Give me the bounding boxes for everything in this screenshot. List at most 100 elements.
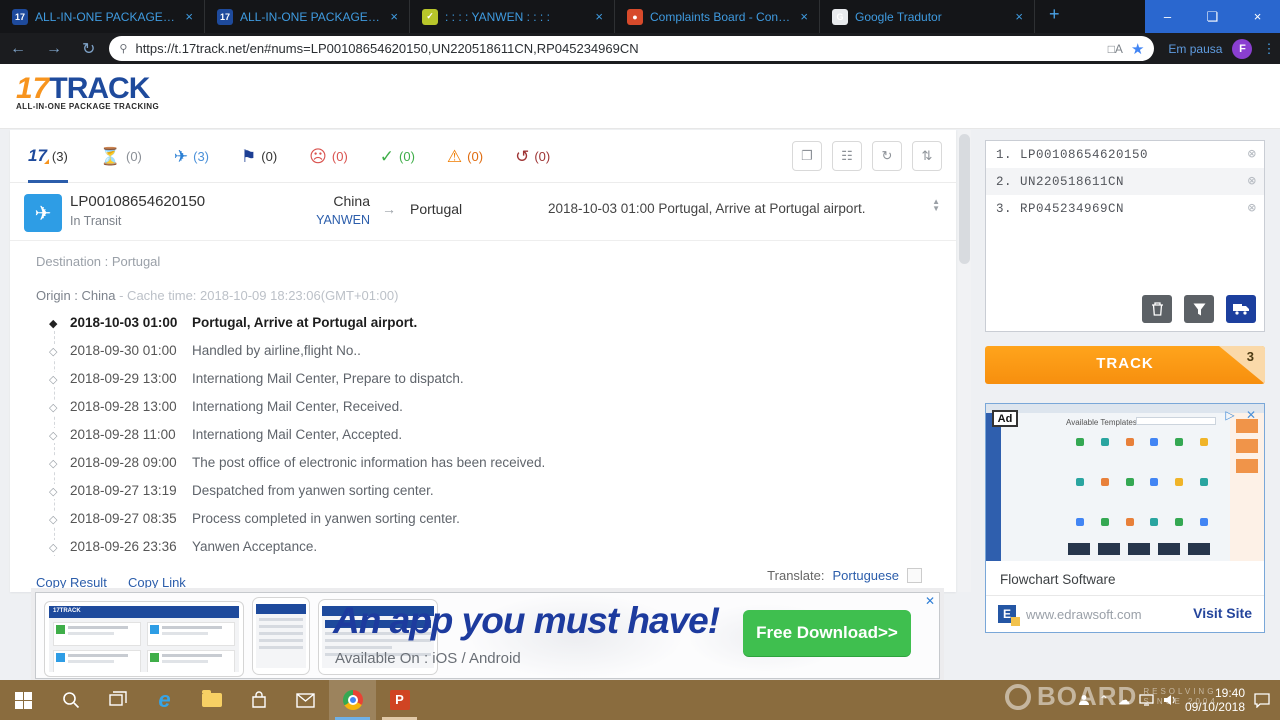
remove-number-icon[interactable]: ⊗ [1248, 146, 1256, 163]
sidebar-ad[interactable]: Available Templates Ad ▷ ✕ Flowchart Sof… [985, 403, 1265, 633]
trash-icon [1151, 302, 1164, 316]
browser-tab[interactable]: 17 ALL-IN-ONE PACKAGE TRACKI × [205, 0, 410, 33]
in-transit-plane-icon: ✈ [24, 194, 62, 232]
start-button[interactable] [0, 680, 47, 720]
file-explorer-button[interactable] [188, 680, 235, 720]
scrollbar-thumb[interactable] [959, 134, 970, 264]
collapse-expand-button[interactable]: ⇅ [912, 141, 942, 171]
translate-checkbox[interactable] [907, 568, 922, 583]
task-view-icon [109, 691, 127, 709]
copy-link-link[interactable]: Copy Link [128, 575, 186, 590]
filter-tab-undelivered[interactable]: ☹(0) [309, 130, 348, 183]
banner-close-icon[interactable]: ✕ [925, 594, 935, 608]
store-button[interactable] [235, 680, 282, 720]
browser-tab[interactable]: ✓ : : : : YANWEN : : : : × [410, 0, 615, 33]
tab-title: ALL-IN-ONE PACKAGE TRACKI [35, 10, 175, 24]
number-list-tools [1142, 295, 1256, 323]
tab-close-icon[interactable]: × [1012, 9, 1026, 24]
translate-language-link[interactable]: Portuguese [833, 568, 900, 583]
pc-icon[interactable] [1139, 694, 1154, 706]
carrier-link[interactable]: YANWEN [260, 213, 370, 227]
free-download-button[interactable]: Free Download>> [743, 610, 911, 656]
close-button[interactable]: × [1235, 0, 1280, 33]
ad-title[interactable]: Flowchart Software [1000, 572, 1116, 587]
filter-button[interactable] [1184, 295, 1214, 323]
windows-logo-icon [15, 692, 32, 709]
timeline-event: ◇2018-09-26 23:36Yanwen Acceptance. [10, 536, 956, 564]
sync-paused-label: Em pausa [1168, 42, 1222, 56]
new-tab-button[interactable]: + [1035, 0, 1074, 33]
translate-page-icon[interactable]: □A [1108, 42, 1123, 56]
profile-avatar[interactable]: F [1232, 39, 1252, 59]
shipment-summary-row[interactable]: ✈ LP00108654620150 In Transit China YANW… [10, 184, 956, 241]
timeline-event: ◇2018-09-27 08:35Process completed in ya… [10, 508, 956, 536]
restore-button[interactable]: ❏ [1190, 0, 1235, 33]
expand-collapse-icon[interactable]: ▲▼ [932, 198, 940, 212]
tab-title: Complaints Board - Consumer [650, 10, 790, 24]
tracking-number: LP00108654620150 [70, 193, 205, 210]
back-icon[interactable]: ← [0, 40, 36, 58]
powerpoint-icon: P [390, 690, 410, 710]
volume-icon[interactable] [1163, 694, 1176, 706]
mail-button[interactable] [282, 680, 329, 720]
number-list-item[interactable]: 3. RP045234969CN⊗ [986, 195, 1264, 222]
remove-number-icon[interactable]: ⊗ [1248, 200, 1256, 217]
filter-tab-pending[interactable]: ⏳(0) [100, 130, 142, 183]
chrome-button[interactable] [329, 680, 376, 720]
browser-tab[interactable]: 17 ALL-IN-ONE PACKAGE TRACKI × [0, 0, 205, 33]
ad-controls[interactable]: ▷ ✕ [1225, 408, 1260, 422]
number-list-item[interactable]: 2. UN220518611CN⊗ [986, 168, 1264, 195]
tab-title: ALL-IN-ONE PACKAGE TRACKI [240, 10, 380, 24]
action-center-icon[interactable] [1254, 693, 1270, 708]
track-carrier-button[interactable] [1226, 295, 1256, 323]
browser-tab-strip: 17 ALL-IN-ONE PACKAGE TRACKI × 17 ALL-IN… [0, 0, 1280, 33]
refresh-button[interactable]: ↻ [872, 141, 902, 171]
url-input[interactable] [135, 41, 1099, 56]
minimize-button[interactable]: – [1145, 0, 1190, 33]
tab-close-icon[interactable]: × [182, 9, 196, 24]
cloud-icon[interactable]: ☁ [1118, 693, 1130, 707]
tab-close-icon[interactable]: × [797, 9, 811, 24]
track-button[interactable]: TRACK 3 [985, 346, 1265, 384]
truck-icon [1233, 303, 1249, 315]
timeline-event: ◇2018-09-28 11:00Internationg Mail Cente… [10, 424, 956, 452]
reload-icon[interactable]: ↻ [72, 39, 105, 59]
visit-site-link[interactable]: Visit Site [1193, 605, 1252, 621]
tab-close-icon[interactable]: × [592, 9, 606, 24]
powerpoint-button[interactable]: P [376, 680, 423, 720]
filter-tab-pickup[interactable]: ⚑(0) [241, 130, 277, 183]
bookmark-star-icon[interactable]: ★ [1131, 40, 1144, 58]
forward-icon[interactable]: → [36, 40, 72, 58]
number-list-item[interactable]: 1. LP00108654620150⊗ [986, 141, 1264, 168]
scrollbar-track[interactable] [958, 130, 971, 592]
browser-menu-icon[interactable]: ⋮ [1262, 41, 1275, 57]
filter-tab-expired[interactable]: ↺(0) [515, 130, 550, 183]
complaints-board-favicon: ● [627, 9, 643, 25]
omnibox[interactable]: ⚲ □A ★ [109, 36, 1154, 61]
timeline-event: ◇2018-09-28 09:00The post office of elec… [10, 452, 956, 480]
ad-url: www.edrawsoft.com [1026, 607, 1142, 622]
people-icon[interactable] [1078, 694, 1090, 706]
ad-footer: E www.edrawsoft.com Visit Site [986, 595, 1264, 632]
browser-tab[interactable]: ● Complaints Board - Consumer × [615, 0, 820, 33]
copy-all-button[interactable]: ❐ [792, 141, 822, 171]
17track-logo[interactable]: 17TRACK ALL-IN-ONE PACKAGE TRACKING [16, 72, 159, 111]
edge-button[interactable]: e [141, 680, 188, 720]
remove-number-icon[interactable]: ⊗ [1248, 173, 1256, 190]
tab-close-icon[interactable]: × [387, 9, 401, 24]
filter-tab-all[interactable]: 17(3) [28, 130, 68, 183]
copy-selected-button[interactable]: ☷ [832, 141, 862, 171]
browser-tab[interactable]: G Google Tradutor × [820, 0, 1035, 33]
search-icon [62, 691, 80, 709]
task-view-button[interactable] [94, 680, 141, 720]
timeline-event: ◇2018-09-30 01:00Handled by airline,flig… [10, 340, 956, 368]
card-toolbar: ❐ ☷ ↻ ⇅ [792, 141, 942, 171]
filter-tab-delivered[interactable]: ✓(0) [380, 130, 415, 183]
search-button[interactable] [47, 680, 94, 720]
filter-tab-in-transit[interactable]: ✈(3) [174, 130, 209, 183]
filter-tab-alert[interactable]: ⚠(0) [447, 130, 483, 183]
clear-all-button[interactable] [1142, 295, 1172, 323]
taskbar-clock[interactable]: 19:40 09/10/2018 [1185, 686, 1245, 714]
chevron-up-icon[interactable]: ⌃ [1099, 693, 1109, 707]
copy-result-link[interactable]: Copy Result [36, 575, 107, 590]
